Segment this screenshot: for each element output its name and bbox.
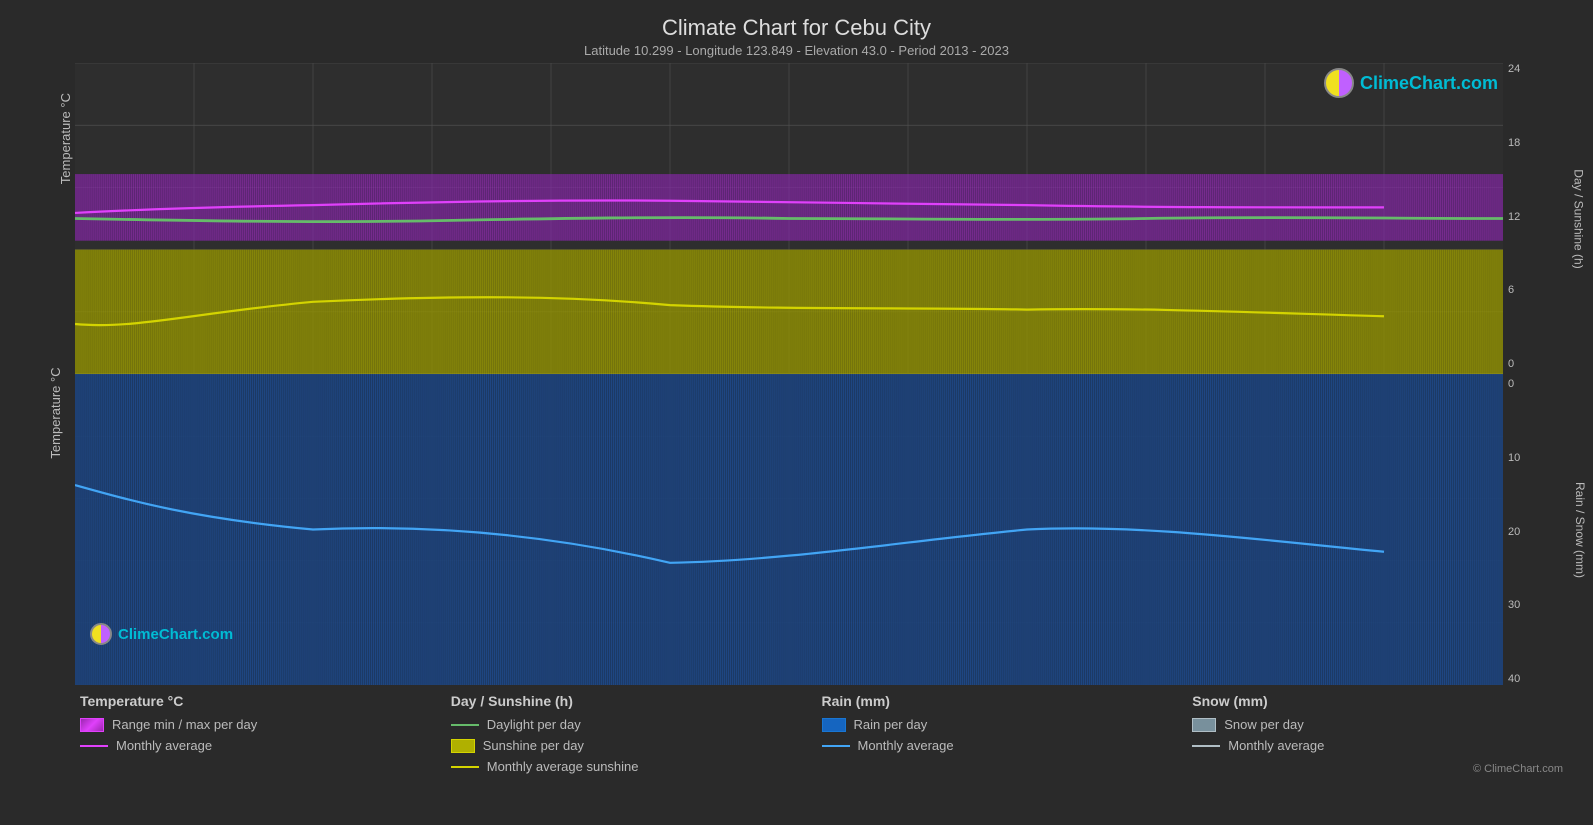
legend-area: Temperature °C Range min / max per day M… xyxy=(20,685,1573,815)
legend-rain-title: Rain (mm) xyxy=(822,693,1193,709)
legend-rain: Rain (mm) Rain per day Monthly average xyxy=(822,693,1193,815)
legend-temp-range-label: Range min / max per day xyxy=(112,717,257,732)
legend-temp: Temperature °C Range min / max per day M… xyxy=(80,693,451,815)
page-wrapper: Climate Chart for Cebu City Latitude 10.… xyxy=(0,0,1593,825)
rain-avg-line xyxy=(822,745,850,747)
legend-snow-title: Snow (mm) xyxy=(1192,693,1563,709)
legend-rain-avg-label: Monthly average xyxy=(858,738,954,753)
y-axis-right: 24 18 12 6 0 0 10 20 30 40 Day / Sunshin… xyxy=(1503,63,1573,685)
left-axis-label: Temperature °C xyxy=(48,367,63,458)
right-tick-24: 24 xyxy=(1508,63,1568,75)
temp-avg-line xyxy=(80,745,108,747)
right-rain-tick-20: 20 xyxy=(1508,526,1568,538)
logo-top-right: ClimeChart.com xyxy=(1324,68,1498,98)
legend-rain-bar-label: Rain per day xyxy=(854,717,928,732)
legend-snow-avg: Monthly average xyxy=(1192,738,1563,753)
legend-snow-avg-label: Monthly average xyxy=(1228,738,1324,753)
legend-temp-range: Range min / max per day xyxy=(80,717,451,732)
right-tick-0: 0 xyxy=(1508,358,1568,370)
right-rain-tick-40: 40 xyxy=(1508,673,1568,685)
legend-sunshine-avg: Monthly average sunshine xyxy=(451,759,822,774)
right-rain-tick-10: 10 xyxy=(1508,452,1568,464)
legend-snow-bar-label: Snow per day xyxy=(1224,717,1304,732)
legend-temp-avg: Monthly average xyxy=(80,738,451,753)
sunshine-avg-line xyxy=(451,766,479,768)
legend-rain-bar: Rain per day xyxy=(822,717,1193,732)
sunshine-swatch xyxy=(451,739,475,753)
right-rain-tick-0: 0 xyxy=(1508,378,1568,390)
legend-rain-avg: Monthly average xyxy=(822,738,1193,753)
chart-canvas: Jan Feb Mar Apr May Jun Jul Aug Sep Oct … xyxy=(75,63,1503,685)
right-tick-12: 12 xyxy=(1508,211,1568,223)
daylight-line xyxy=(451,724,479,726)
legend-sunshine-bar-label: Sunshine per day xyxy=(483,738,584,753)
snow-swatch xyxy=(1192,718,1216,732)
temp-range-swatch xyxy=(80,718,104,732)
right-axis-label-sunshine: Day / Sunshine (h) xyxy=(1571,169,1585,268)
snow-avg-line xyxy=(1192,745,1220,747)
copyright: © ClimeChart.com xyxy=(1192,763,1563,775)
legend-temp-avg-label: Monthly average xyxy=(116,738,212,753)
legend-sunshine-avg-label: Monthly average sunshine xyxy=(487,759,639,774)
legend-daylight: Daylight per day xyxy=(451,717,822,732)
right-rain-tick-30: 30 xyxy=(1508,599,1568,611)
y-axis-left-label: Temperature °C xyxy=(58,93,73,184)
legend-sunshine-bar: Sunshine per day xyxy=(451,738,822,753)
logo-icon-top xyxy=(1324,68,1354,98)
legend-sunshine: Day / Sunshine (h) Daylight per day Suns… xyxy=(451,693,822,815)
chart-title: Climate Chart for Cebu City xyxy=(20,15,1573,41)
rain-swatch xyxy=(822,718,846,732)
chart-subtitle: Latitude 10.299 - Longitude 123.849 - El… xyxy=(20,43,1573,58)
right-tick-6: 6 xyxy=(1508,284,1568,296)
legend-sunshine-title: Day / Sunshine (h) xyxy=(451,693,822,709)
chart-area: Temperature °C xyxy=(20,63,1573,685)
logo-text-bottom: ClimeChart.com xyxy=(118,626,233,643)
legend-temp-title: Temperature °C xyxy=(80,693,451,709)
logo-text-top: ClimeChart.com xyxy=(1360,73,1498,94)
logo-bottom-left: ClimeChart.com xyxy=(90,623,233,645)
right-axis-label-rain: Rain / Snow (mm) xyxy=(1573,481,1587,577)
legend-snow: Snow (mm) Snow per day Monthly average ©… xyxy=(1192,693,1563,815)
legend-snow-bar: Snow per day xyxy=(1192,717,1563,732)
right-tick-18: 18 xyxy=(1508,137,1568,149)
legend-daylight-label: Daylight per day xyxy=(487,717,581,732)
logo-icon-bottom xyxy=(90,623,112,645)
